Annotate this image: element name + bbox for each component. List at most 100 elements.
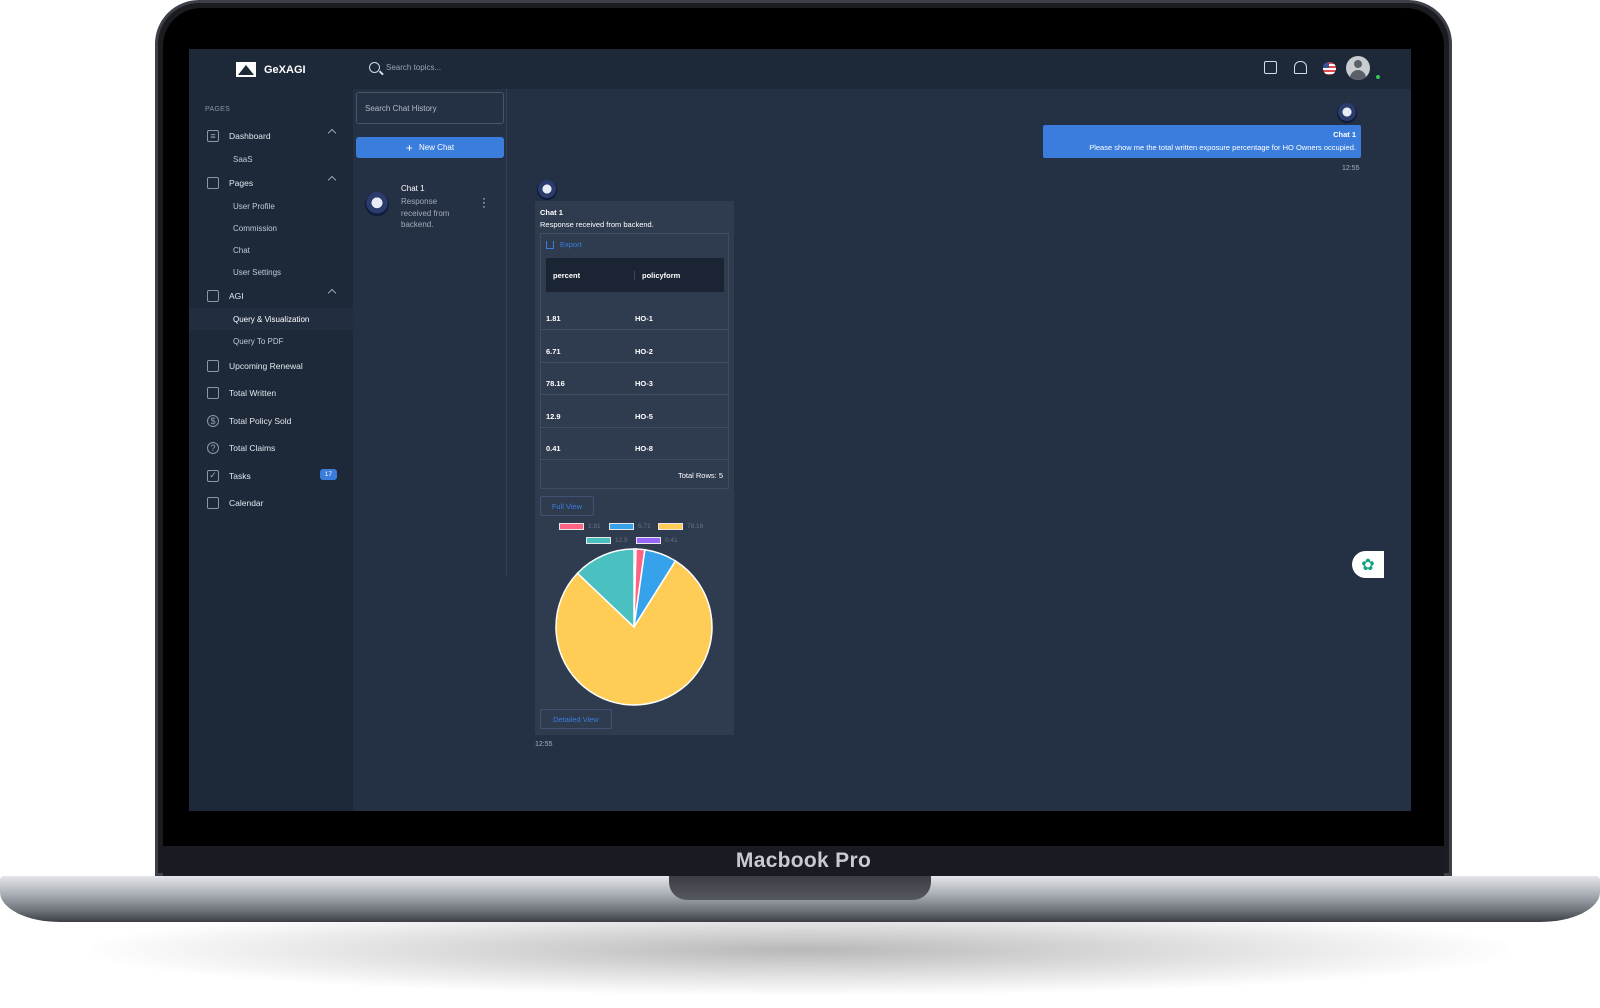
full-view-button[interactable]: Full View (540, 496, 594, 516)
sidebar-item-tasks[interactable]: ✓ Tasks 17 (189, 462, 353, 489)
legend-swatch (636, 537, 661, 544)
result-table: Export percent policyform 1.81 HO-1 6.71… (540, 233, 729, 489)
sidebar-subitem-user-settings[interactable]: User Settings (189, 261, 353, 283)
sidebar-item-label: Tasks (229, 470, 251, 481)
user-message-bubble: Chat 1 Please show me the total written … (1043, 125, 1361, 158)
sidebar-item-total-policy-sold[interactable]: $ Total Policy Sold (189, 407, 353, 434)
column-header[interactable]: percent (546, 270, 635, 280)
sidebar-item-label: Upcoming Renewal (229, 360, 303, 371)
table-row: 78.16 HO-3 (541, 362, 728, 395)
new-chat-label: New Chat (418, 143, 455, 152)
legend-label: 1.81 (588, 523, 601, 530)
download-icon (546, 240, 554, 249)
sidebar-item-agi[interactable]: AGI (189, 283, 353, 308)
sidebar-nav: ≡ Dashboard SaaS Pages User Profile Comm… (189, 123, 353, 517)
sidebar-item-label: Pages (229, 177, 254, 188)
chat-title: Chat 1 (401, 184, 425, 193)
chevron-up-icon (327, 288, 337, 298)
us-flag-icon[interactable] (1323, 62, 1336, 75)
sidebar-item-total-claims[interactable]: ? Total Claims (189, 434, 353, 462)
card-icon (207, 387, 219, 399)
layout-icon (207, 176, 219, 189)
user-message-title: Chat 1 (1333, 130, 1356, 139)
legend-label: 78.16 (687, 523, 704, 530)
sidebar-subitem-commission[interactable]: Commission (189, 217, 353, 239)
bot-message-title: Chat 1 (540, 208, 563, 217)
sidebar-item-total-written[interactable]: Total Written (189, 379, 353, 407)
sidebar-item-label: Total Claims (229, 443, 276, 453)
table-cell: 78.16 (546, 379, 565, 388)
table-cell: 1.81 (546, 314, 561, 323)
table-cell: HO-2 (635, 347, 653, 356)
bell-icon[interactable] (1294, 61, 1307, 74)
sidebar: GeXAGI PAGES ≡ Dashboard SaaS Pages User… (189, 49, 353, 811)
check-square-icon: ✓ (207, 469, 219, 482)
topics-search-input[interactable]: Search topics... (386, 63, 441, 72)
sidebar-item-label: AGI (229, 290, 244, 301)
sidebar-subitem-user-profile[interactable]: User Profile (189, 195, 353, 217)
table-cell: HO-3 (635, 379, 653, 388)
sidebar-item-calendar[interactable]: Calendar (189, 489, 353, 517)
message-square-icon[interactable] (1264, 61, 1277, 74)
sidebar-item-label: Total Written (229, 388, 277, 398)
user-message-avatar (1337, 103, 1357, 123)
book-icon (207, 359, 219, 372)
legend-item[interactable]: 12.9 (586, 537, 628, 544)
chart-legend: 1.81 6.71 78.16 12.9 0.41 (535, 521, 734, 549)
online-status-dot (1375, 74, 1381, 80)
dollar-icon: $ (207, 414, 219, 427)
bot-avatar (365, 192, 389, 216)
app-logo[interactable]: GeXAGI (236, 62, 306, 77)
laptop-notch (669, 876, 931, 900)
legend-item[interactable]: 78.16 (658, 523, 703, 530)
table-cell: 6.71 (546, 347, 561, 356)
table-row: 1.81 HO-1 (541, 297, 728, 330)
legend-item[interactable]: 0.41 (636, 537, 678, 544)
bot-message-card: Chat 1 Response received from backend. E… (535, 201, 734, 735)
table-cell: HO-1 (635, 314, 653, 323)
new-chat-button[interactable]: + New Chat (356, 137, 504, 158)
detailed-view-button[interactable]: Detailed View (540, 709, 612, 729)
chat-history-panel: Search Chat History + New Chat Chat 1 Re… (353, 89, 507, 577)
laptop-mockup: Macbook Pro GeXAGI PAGES ≡ Dashboard Saa… (0, 0, 1600, 1008)
sidebar-item-label: Calendar (229, 498, 264, 508)
top-bar: Search topics... (353, 49, 1411, 89)
logo-mountain-icon (236, 62, 256, 77)
bot-message-avatar (537, 180, 557, 200)
calendar-icon (207, 497, 219, 509)
table-cell: HO-5 (635, 412, 653, 421)
chat-history-search-input[interactable]: Search Chat History (356, 92, 504, 124)
legend-label: 12.9 (615, 537, 628, 544)
sidebar-subitem-query-visualization[interactable]: Query & Visualization (189, 308, 353, 330)
sidebar-item-label: Total Policy Sold (229, 415, 292, 426)
export-button[interactable]: Export (546, 240, 582, 249)
chat-list-item[interactable]: Chat 1 Response received from backend. ·… (365, 181, 501, 231)
sidebar-item-upcoming-renewal[interactable]: Upcoming Renewal (189, 352, 353, 379)
column-header[interactable]: policyform (635, 271, 680, 280)
chat-preview: Response received from backend. (401, 197, 450, 229)
sidebar-item-pages[interactable]: Pages (189, 170, 353, 195)
legend-item[interactable]: 1.81 (559, 523, 601, 530)
search-icon[interactable] (369, 62, 380, 73)
more-vertical-icon[interactable]: · · · (480, 194, 488, 213)
app-screen: GeXAGI PAGES ≡ Dashboard SaaS Pages User… (189, 49, 1411, 811)
sidebar-subitem-query-to-pdf[interactable]: Query To PDF (189, 330, 353, 352)
table-row: 0.41 HO-8 (541, 427, 728, 460)
legend-swatch (609, 523, 634, 530)
legend-label: 0.41 (665, 537, 678, 544)
sidebar-item-label: Dashboard (229, 130, 271, 141)
user-message-time: 12:55 (1342, 165, 1360, 172)
ai-assistant-icon[interactable]: ✿ (1352, 551, 1384, 578)
sidebar-subitem-chat[interactable]: Chat (189, 239, 353, 261)
export-label: Export (560, 240, 582, 249)
legend-item[interactable]: 6.71 (609, 523, 651, 530)
legend-swatch (586, 537, 611, 544)
sidebar-item-dashboard[interactable]: ≡ Dashboard (189, 123, 353, 148)
user-message-text: Please show me the total written exposur… (1089, 143, 1356, 152)
user-avatar[interactable] (1346, 56, 1370, 80)
table-cell: HO-8 (635, 444, 653, 453)
help-icon: ? (207, 442, 219, 454)
sidebar-subitem-saas[interactable]: SaaS (189, 148, 353, 170)
chevron-up-icon (327, 128, 337, 138)
table-header: percent policyform (546, 258, 724, 292)
